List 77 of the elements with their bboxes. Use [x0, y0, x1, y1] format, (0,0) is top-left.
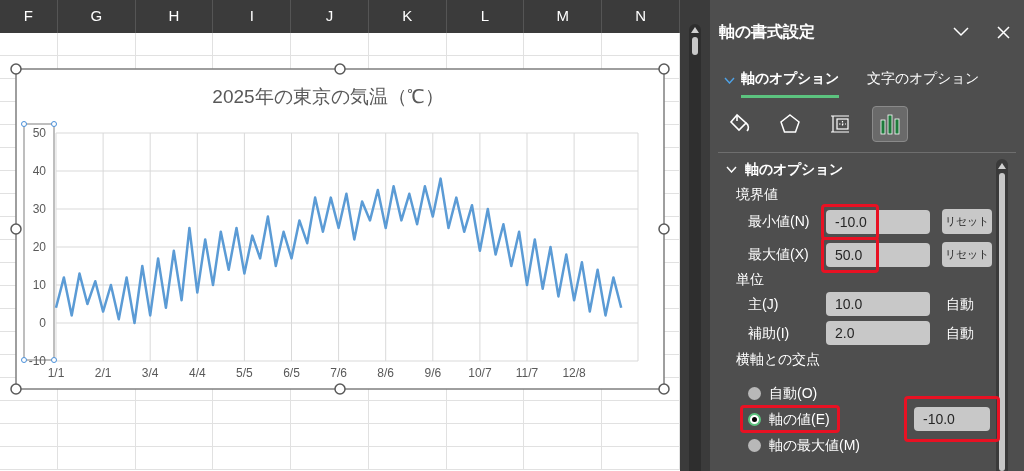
reset-button[interactable]: リセット [942, 242, 992, 267]
y-axis-label: 20 [32, 240, 46, 254]
resize-handle[interactable] [334, 63, 346, 75]
column-header[interactable]: G [57, 0, 136, 33]
number-field[interactable]: -10.0 [826, 209, 930, 234]
field-label: 補助(I) [747, 323, 791, 343]
x-axis-label: 4/4 [188, 366, 206, 380]
radio-label: 軸の最大値(M) [769, 435, 860, 455]
options-tab[interactable]: 軸のオプション [741, 62, 839, 98]
y-axis-label: 30 [32, 202, 46, 216]
y-axis-label: 40 [32, 164, 46, 178]
radio-button[interactable] [748, 386, 761, 400]
radio-button[interactable] [748, 438, 761, 452]
group-heading: 横軸との交点 [736, 350, 820, 369]
pentagon-icon [778, 112, 802, 136]
resize-handle[interactable] [658, 223, 670, 235]
y-axis-label: 0 [39, 316, 46, 330]
chevron-down-icon [724, 76, 735, 84]
radio-label: 軸の値(E) [769, 409, 830, 429]
panel-title: 軸の書式設定 [719, 22, 815, 42]
field-label: 主(J) [747, 294, 780, 314]
x-axis-label: 11/7 [515, 366, 539, 380]
column-header[interactable]: L [446, 0, 525, 33]
number-field[interactable]: 2.0 [826, 321, 930, 345]
number-field[interactable]: 50.0 [826, 242, 930, 267]
axis-selection-frame[interactable] [21, 121, 57, 363]
resize-handle[interactable] [10, 223, 22, 235]
y-axis-label: -10 [28, 354, 46, 368]
reset-button[interactable]: リセット [942, 209, 992, 234]
auto-label: 自動 [946, 294, 974, 314]
x-axis-label: 9/6 [424, 366, 442, 380]
chart-title: 2025年の東京の気温（℃） [212, 86, 444, 107]
radio-button[interactable] [748, 412, 761, 426]
auto-label: 自動 [946, 323, 974, 343]
section-toggle-icon[interactable] [726, 166, 737, 173]
resize-handle[interactable] [334, 383, 346, 395]
x-axis-label: 10/7 [468, 366, 492, 380]
section-heading[interactable]: 軸のオプション [745, 159, 843, 180]
x-axis-label: 12/8 [562, 366, 586, 380]
column-header[interactable]: N [602, 0, 680, 33]
x-axis-label: 6/5 [283, 366, 300, 380]
y-axis-label: 10 [32, 278, 46, 292]
number-field[interactable]: -10.0 [914, 407, 990, 431]
x-axis-label: 3/4 [141, 366, 159, 380]
x-axis-label: 7/6 [330, 366, 347, 380]
scroll-up-icon[interactable] [691, 27, 699, 33]
options-tab[interactable]: 文字のオプション [867, 62, 979, 98]
scrollbar[interactable] [996, 159, 1008, 471]
bar-chart-icon [878, 112, 902, 136]
scroll-thumb[interactable] [999, 173, 1005, 471]
field-label: 最小値(N) [747, 212, 811, 231]
chevron-down-icon[interactable] [953, 27, 969, 37]
resize-handle[interactable] [658, 63, 670, 75]
y-axis-label: 50 [32, 126, 46, 140]
number-field[interactable]: 10.0 [826, 292, 930, 316]
close-icon[interactable] [997, 25, 1010, 39]
column-header[interactable]: F [0, 0, 58, 33]
radio-label: 自動(O) [769, 383, 818, 403]
column-header[interactable]: I [213, 0, 292, 33]
resize-handle[interactable] [658, 383, 670, 395]
column-header[interactable]: M [524, 0, 603, 33]
x-axis-label: 2/1 [94, 366, 112, 380]
scroll-up-icon[interactable] [998, 163, 1006, 169]
field-label: 最大値(X) [747, 245, 810, 264]
group-heading: 単位 [736, 270, 764, 289]
resize-handle[interactable] [10, 383, 22, 395]
x-axis-label: 1/1 [47, 366, 65, 380]
column-header[interactable]: J [291, 0, 369, 33]
x-axis-label: 8/6 [377, 366, 395, 380]
x-axis-label: 5/5 [236, 366, 253, 380]
resize-handle[interactable] [10, 63, 22, 75]
scroll-thumb[interactable] [692, 37, 698, 55]
group-heading: 境界値 [736, 185, 778, 204]
column-header[interactable]: H [135, 0, 214, 33]
column-header[interactable]: K [368, 0, 447, 33]
size-properties-icon [828, 112, 852, 136]
scrollbar[interactable] [689, 24, 701, 471]
